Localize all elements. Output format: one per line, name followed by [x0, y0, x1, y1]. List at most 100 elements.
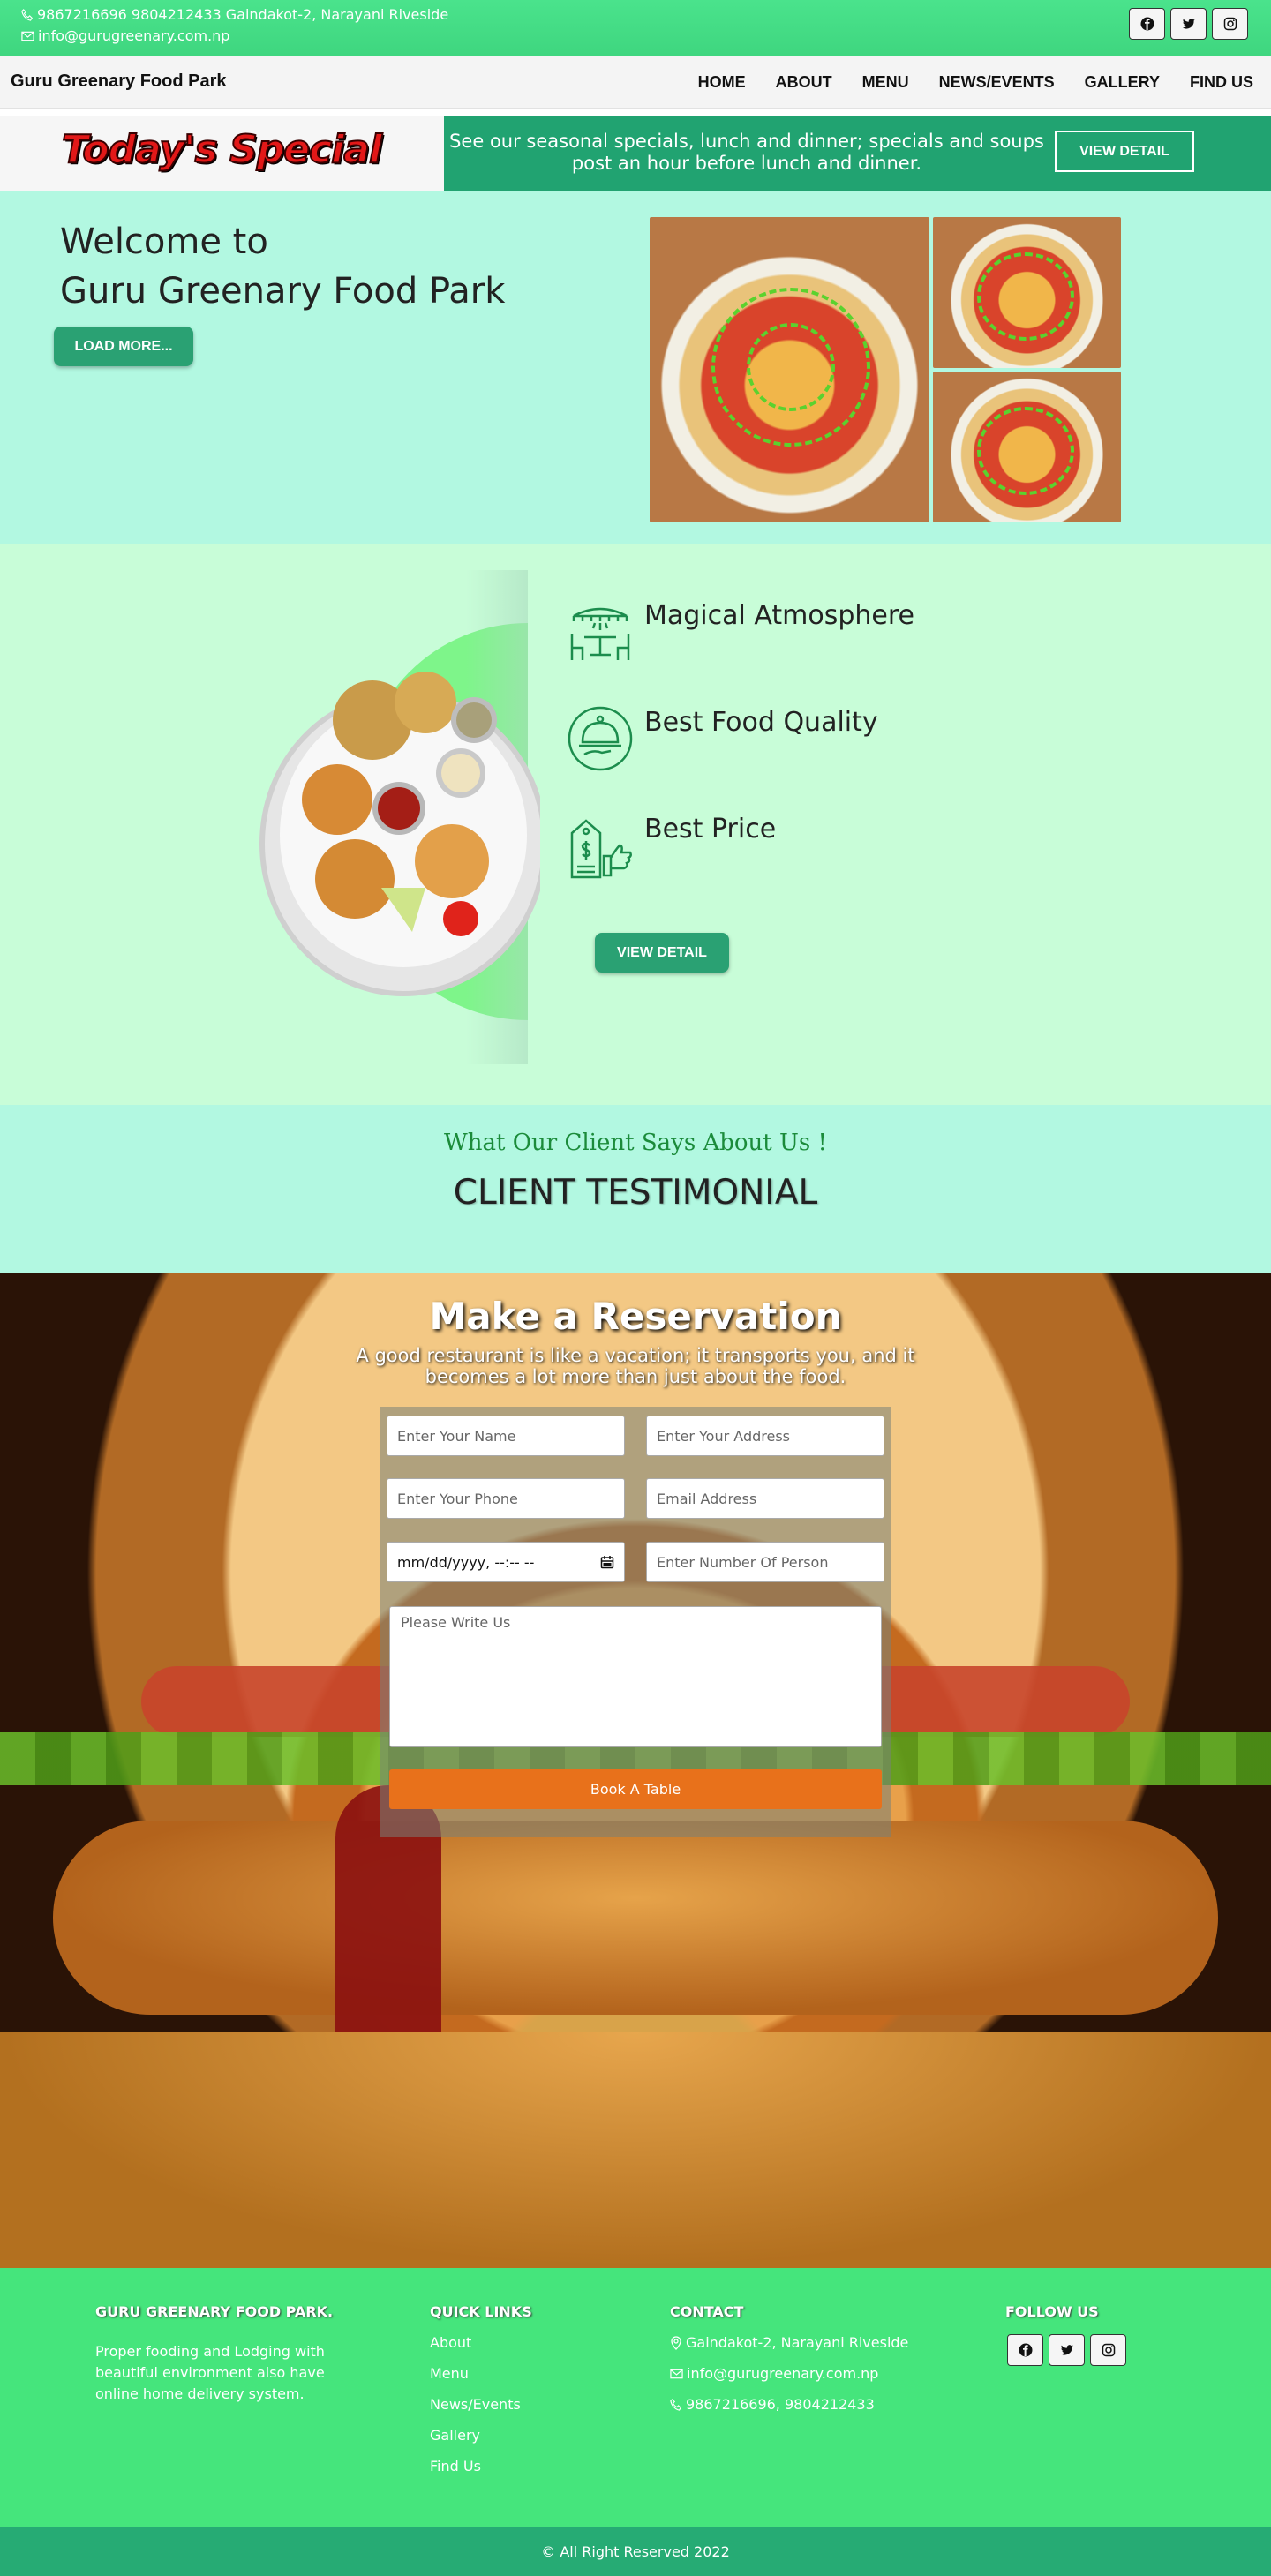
price-tag-icon — [567, 812, 634, 879]
feature-title: Magical Atmosphere — [644, 600, 915, 631]
pizza-image-large — [650, 217, 929, 522]
twitter-icon — [1182, 19, 1195, 29]
facebook-icon — [1140, 17, 1154, 31]
footer-follow-title: FOLLOW US — [1005, 2303, 1099, 2320]
footer-link-menu[interactable]: Menu — [430, 2365, 532, 2382]
instagram-icon — [1102, 2343, 1115, 2357]
top-social-links — [1129, 8, 1248, 40]
reservation-title: Make a Reservation — [429, 1295, 842, 1338]
top-bar: 9867216696 9804212433 Gaindakot-2, Naray… — [0, 0, 1271, 56]
footer-about-title: GURU GREENARY FOOD PARK. — [95, 2303, 334, 2320]
persons-input[interactable] — [646, 1542, 884, 1582]
twitter-button[interactable] — [1170, 8, 1207, 40]
footer-twitter-button[interactable] — [1049, 2334, 1085, 2366]
name-input[interactable] — [387, 1416, 625, 1456]
top-contact: 9867216696 9804212433 Gaindakot-2, Naray… — [21, 4, 448, 47]
email-input[interactable] — [646, 1478, 884, 1519]
address-input[interactable] — [646, 1416, 884, 1456]
footer-link-find-us[interactable]: Find Us — [430, 2458, 532, 2475]
footer-address-row: Gaindakot-2, Narayani Riveside — [670, 2334, 908, 2351]
restaurant-table-icon — [567, 598, 634, 665]
hero-heading-line2: Guru Greenary Food Park — [60, 271, 506, 312]
reservation-form: mm/dd/yyyy, --:-- -- Book A Table — [380, 1407, 891, 1837]
calendar-icon[interactable] — [600, 1555, 614, 1569]
phone-icon — [670, 2398, 681, 2411]
feature-title: Best Price — [644, 814, 777, 845]
feature-magical-atmosphere: Magical Atmosphere — [567, 598, 914, 665]
footer-about-text: Proper fooding and Lodging with beautifu… — [95, 2343, 325, 2402]
footer-phone-row: 9867216696, 9804212433 — [670, 2396, 908, 2413]
burger-patty — [53, 1821, 1218, 2015]
phone-icon — [21, 9, 33, 21]
twitter-icon — [1060, 2345, 1073, 2355]
footer-about: GURU GREENARY FOOD PARK. Proper fooding … — [95, 2303, 351, 2405]
nav-find-us[interactable]: FIND US — [1190, 73, 1253, 92]
facebook-button[interactable] — [1129, 8, 1165, 40]
load-more-button[interactable]: LOAD MORE... — [54, 327, 193, 366]
footer-link-about[interactable]: About — [430, 2334, 532, 2351]
top-email[interactable]: info@gurugreenary.com.np — [38, 26, 229, 47]
nav-news-events[interactable]: NEWS/EVENTS — [939, 73, 1055, 92]
footer-quick-links: QUICK LINKS About Menu News/Events Galle… — [430, 2303, 532, 2489]
footer-phone: 9867216696, 9804212433 — [686, 2396, 875, 2413]
burger-bun — [0, 2032, 1271, 2268]
instagram-button[interactable] — [1212, 8, 1248, 40]
nav-home[interactable]: HOME — [698, 73, 746, 92]
special-view-detail-button[interactable]: VIEW DETAIL — [1055, 131, 1194, 172]
reservation-section: Make a Reservation A good restaurant is … — [0, 1273, 1271, 2268]
footer-link-news-events[interactable]: News/Events — [430, 2396, 532, 2413]
testimonial-section: What Our Client Says About Us ! CLIENT T… — [0, 1105, 1271, 1273]
footer-follow: FOLLOW US — [1005, 2303, 1126, 2366]
book-table-button[interactable]: Book A Table — [389, 1769, 882, 1809]
datetime-value: mm/dd/yyyy, --:-- -- — [397, 1553, 535, 1571]
copyright-text: © All Right Reserved 2022 — [541, 2542, 730, 2560]
pizza-image-small-bottom — [933, 372, 1121, 522]
special-message: See our seasonal specials, lunch and din… — [449, 131, 1044, 174]
datetime-input[interactable]: mm/dd/yyyy, --:-- -- — [387, 1542, 625, 1582]
footer-instagram-button[interactable] — [1090, 2334, 1126, 2366]
todays-special-title: Today's Special — [61, 126, 383, 173]
hero-section: Welcome to Guru Greenary Food Park LOAD … — [0, 191, 1271, 544]
location-pin-icon — [671, 2335, 681, 2350]
envelope-icon — [21, 31, 34, 41]
footer-contact: CONTACT Gaindakot-2, Narayani Riveside i… — [670, 2303, 908, 2427]
brand-name[interactable]: Guru Greenary Food Park — [11, 71, 227, 92]
nav-gallery[interactable]: GALLERY — [1085, 73, 1160, 92]
nav-menu[interactable]: MENU — [862, 73, 909, 92]
footer: GURU GREENARY FOOD PARK. Proper fooding … — [0, 2268, 1271, 2527]
hero-heading-line1: Welcome to — [60, 222, 268, 262]
feature-title: Best Food Quality — [644, 707, 878, 738]
instagram-icon — [1223, 17, 1237, 31]
testimonial-subtitle: What Our Client Says About Us ! — [444, 1130, 827, 1156]
footer-email-row: info@gurugreenary.com.np — [670, 2365, 908, 2382]
hero-heading: Welcome to Guru Greenary Food Park — [60, 217, 505, 316]
pizza-image-small-top — [933, 217, 1121, 368]
reservation-lead: A good restaurant is like a vacation; it… — [356, 1345, 915, 1387]
copyright-bar: © All Right Reserved 2022 — [0, 2527, 1271, 2576]
top-email-row: info@gurugreenary.com.np — [21, 26, 448, 47]
navbar: Guru Greenary Food Park HOME ABOUT MENU … — [0, 56, 1271, 109]
food-plate-image — [259, 672, 540, 996]
cloche-icon — [567, 705, 634, 772]
phone-input[interactable] — [387, 1478, 625, 1519]
footer-social-links — [1007, 2334, 1126, 2366]
feature-best-price: Best Price — [567, 812, 776, 879]
nav-about[interactable]: ABOUT — [776, 73, 832, 92]
top-phone-row: 9867216696 9804212433 Gaindakot-2, Naray… — [21, 4, 448, 26]
special-message-panel: See our seasonal specials, lunch and din… — [444, 116, 1271, 191]
features-view-detail-button[interactable]: VIEW DETAIL — [595, 933, 729, 973]
footer-links-title: QUICK LINKS — [430, 2303, 532, 2320]
facebook-icon — [1019, 2343, 1032, 2357]
special-logo-panel: Today's Special — [0, 116, 444, 191]
message-textarea[interactable] — [389, 1606, 882, 1747]
envelope-icon — [670, 2369, 683, 2378]
todays-special-banner: Today's Special See our seasonal special… — [0, 116, 1271, 191]
features-section: Magical Atmosphere Best Food Quality Bes… — [0, 544, 1271, 1105]
feature-best-food-quality: Best Food Quality — [567, 705, 878, 772]
main-nav: HOME ABOUT MENU NEWS/EVENTS GALLERY FIND… — [698, 73, 1253, 92]
footer-email[interactable]: info@gurugreenary.com.np — [687, 2365, 878, 2382]
footer-facebook-button[interactable] — [1007, 2334, 1043, 2366]
footer-address: Gaindakot-2, Narayani Riveside — [686, 2334, 909, 2351]
testimonial-title: CLIENT TESTIMONIAL — [453, 1173, 818, 1213]
footer-link-gallery[interactable]: Gallery — [430, 2427, 532, 2444]
